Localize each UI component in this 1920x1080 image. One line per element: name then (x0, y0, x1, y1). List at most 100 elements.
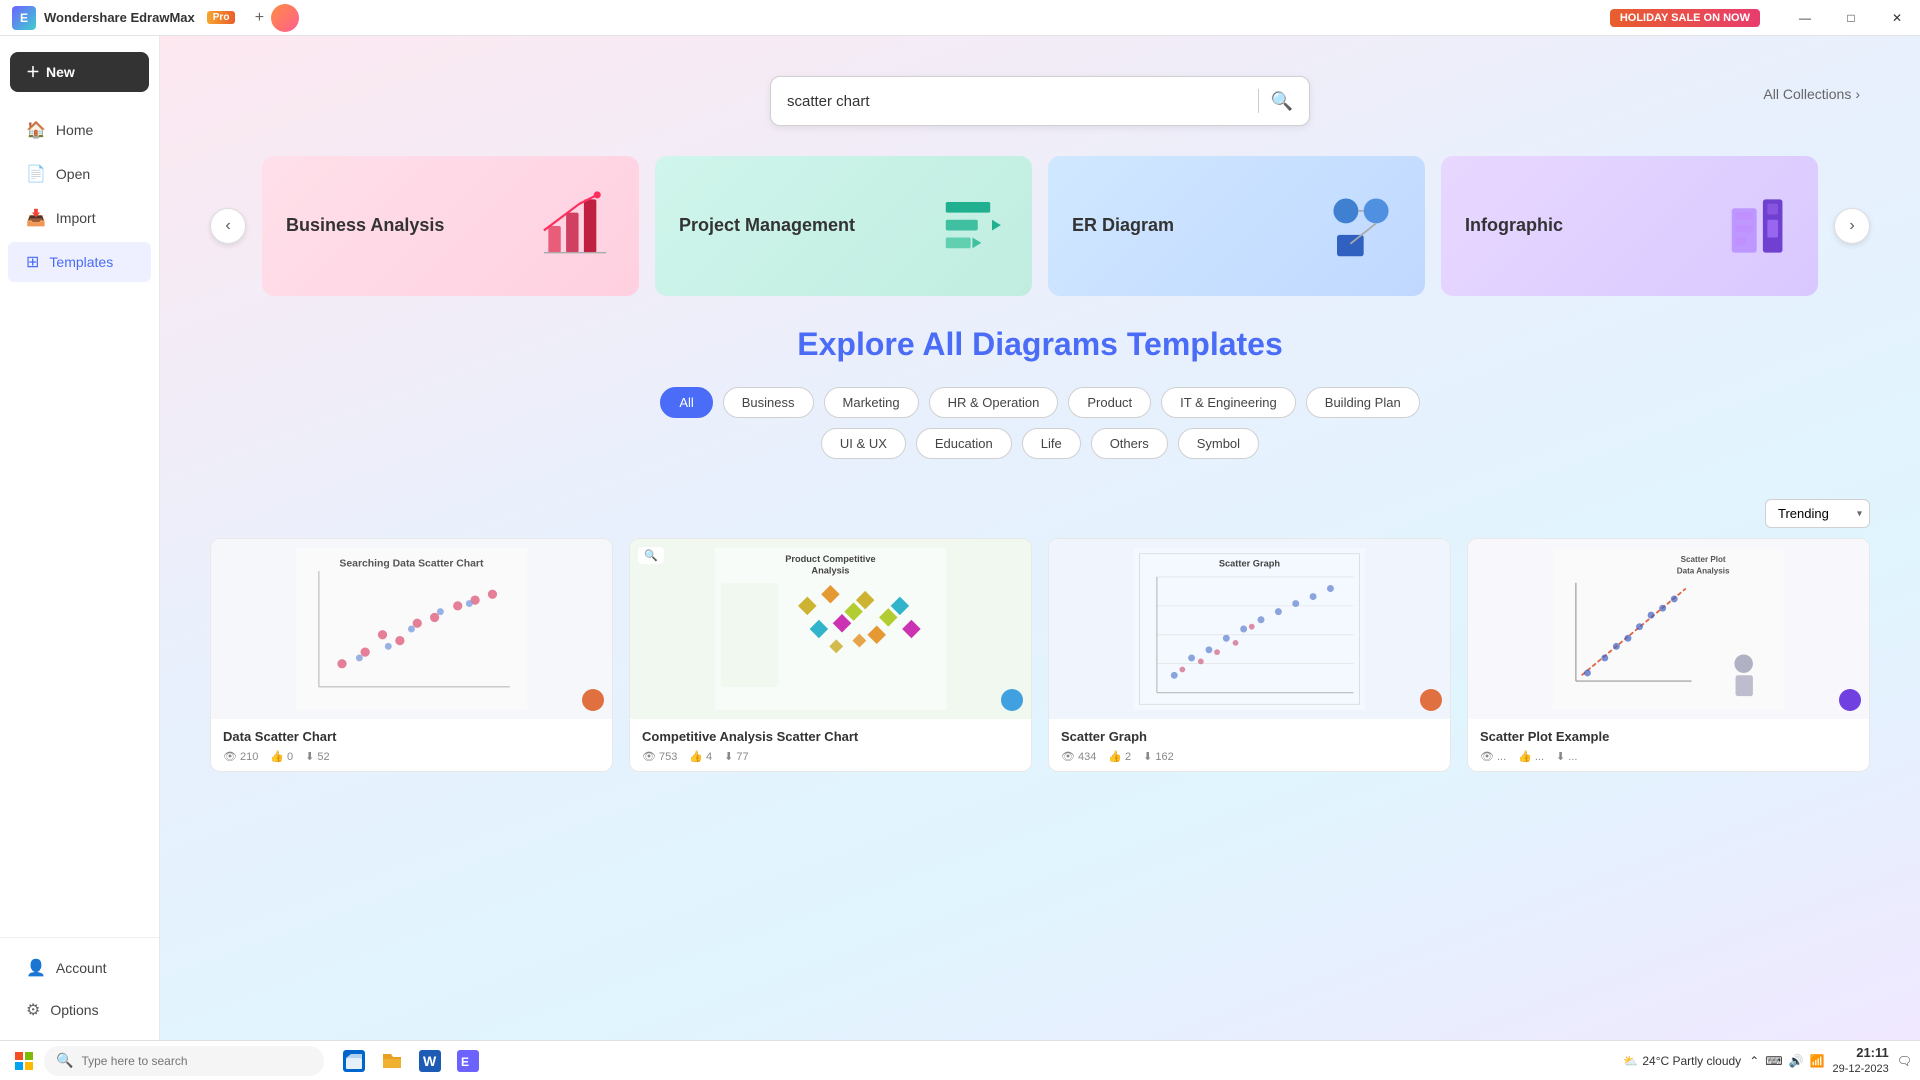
taskbar-clock: 21:11 (1832, 1045, 1888, 1062)
template-card-data-scatter-chart[interactable]: Searching Data Scatter Chart (210, 538, 613, 772)
sort-wrapper[interactable]: Trending Newest Most Used Popular ▾ (1765, 499, 1870, 528)
use-icon-4: ⬇ (1556, 750, 1565, 763)
app-logo: E Wondershare EdrawMax Pro (12, 6, 235, 30)
meta-views-4: 👁 ... (1480, 750, 1506, 763)
like-icon-1: 👍 (270, 750, 284, 763)
volume-icon[interactable]: 🔊 (1789, 1054, 1804, 1068)
close-button[interactable]: ✕ (1874, 0, 1920, 36)
filter-symbol[interactable]: Symbol (1178, 428, 1259, 459)
open-icon: 📄 (26, 164, 46, 184)
weather-info: ⛅ 24°C Partly cloudy (1623, 1054, 1741, 1068)
filter-row-1: All Business Marketing HR & Operation Pr… (210, 387, 1870, 418)
titlebar: E Wondershare EdrawMax Pro + HOLIDAY SAL… (0, 0, 1920, 36)
svg-text:Product Competitive: Product Competitive (785, 554, 875, 564)
card-icon-project-management (928, 186, 1008, 266)
sort-select[interactable]: Trending Newest Most Used Popular (1765, 499, 1870, 528)
template-card-competitive-analysis[interactable]: 🔍 Product Competitive Analysis (629, 538, 1032, 772)
sidebar-item-account[interactable]: 👤 Account (8, 948, 151, 988)
explore-title-static: Explore (797, 326, 914, 362)
new-tab-button[interactable]: + (247, 6, 271, 30)
svg-text:W: W (423, 1053, 437, 1069)
meta-views-1: 👁 210 (223, 750, 258, 763)
taskbar-app-edraw[interactable]: E (450, 1043, 486, 1079)
sidebar-item-home[interactable]: 🏠 Home (8, 110, 151, 150)
plus-icon: ＋ (26, 62, 40, 82)
maximize-button[interactable]: □ (1828, 0, 1874, 36)
chevron-right-icon: › (1855, 86, 1860, 102)
like-icon-2: 👍 (689, 750, 703, 763)
filter-life[interactable]: Life (1022, 428, 1081, 459)
like-icon-4: 👍 (1518, 750, 1532, 763)
sidebar-item-options[interactable]: ⚙ Options (8, 990, 151, 1030)
carousel-prev-button[interactable]: ‹ (210, 208, 246, 244)
filter-ui-ux[interactable]: UI & UX (821, 428, 906, 459)
user-avatar[interactable] (271, 4, 299, 32)
meta-likes-1: 👍 0 (270, 750, 293, 763)
main-content: 🔍 All Collections › ‹ Business Analysis (160, 36, 1920, 1040)
explore-title: Explore All Diagrams Templates (210, 326, 1870, 363)
taskbar-search-input[interactable] (81, 1054, 312, 1068)
carousel-next-button[interactable]: › (1834, 208, 1870, 244)
account-icon: 👤 (26, 958, 46, 978)
search-box[interactable]: 🔍 (770, 76, 1310, 126)
like-icon-3: 👍 (1108, 750, 1122, 763)
holiday-sale-badge: HOLIDAY SALE ON NOW (1610, 9, 1760, 27)
carousel-card-infographic[interactable]: Infographic (1441, 156, 1818, 296)
sidebar-item-import[interactable]: 📥 Import (8, 198, 151, 238)
template-thumb-1: Searching Data Scatter Chart (211, 539, 612, 719)
filter-marketing[interactable]: Marketing (824, 387, 919, 418)
template-card-scatter-graph[interactable]: Scatter Graph (1048, 538, 1451, 772)
weather-icon: ⛅ (1623, 1054, 1638, 1068)
sidebar: ＋ New 🏠 Home 📄 Open 📥 Import ⊞ Templates… (0, 36, 160, 1040)
filter-others[interactable]: Others (1091, 428, 1168, 459)
filter-hr-operation[interactable]: HR & Operation (929, 387, 1059, 418)
meta-uses-4: ⬇ ... (1556, 750, 1577, 763)
filter-business[interactable]: Business (723, 387, 814, 418)
filter-it-engineering[interactable]: IT & Engineering (1161, 387, 1296, 418)
taskbar-apps: W E (336, 1043, 486, 1079)
carousel-card-er-diagram[interactable]: ER Diagram (1048, 156, 1425, 296)
taskbar-time: 21:11 29-12-2023 (1832, 1045, 1888, 1076)
minimize-button[interactable]: — (1782, 0, 1828, 36)
filter-education[interactable]: Education (916, 428, 1012, 459)
meta-uses-1: ⬇ 52 (305, 750, 329, 763)
template-info-1: Data Scatter Chart 👁 210 👍 0 ⬇ 52 (211, 719, 612, 771)
template-info-3: Scatter Graph 👁 434 👍 2 ⬇ 162 (1049, 719, 1450, 771)
sidebar-item-open[interactable]: 📄 Open (8, 154, 151, 194)
all-collections-link[interactable]: All Collections › (1763, 86, 1860, 102)
template-card-scatter-plot-example[interactable]: Scatter Plot Data Analysis (1467, 538, 1870, 772)
use-icon-2: ⬇ (724, 750, 733, 763)
options-icon: ⚙ (26, 1000, 40, 1020)
use-icon-1: ⬇ (305, 750, 314, 763)
taskbar-app-explorer[interactable] (336, 1043, 372, 1079)
filter-building-plan[interactable]: Building Plan (1306, 387, 1420, 418)
filter-product[interactable]: Product (1068, 387, 1151, 418)
home-label: Home (56, 122, 93, 138)
sidebar-item-templates[interactable]: ⊞ Templates (8, 242, 151, 282)
network-icon[interactable]: 📶 (1810, 1054, 1825, 1068)
template-name-4: Scatter Plot Example (1480, 729, 1857, 744)
account-label: Account (56, 960, 107, 976)
card-icon-business-analysis (535, 186, 615, 266)
filter-all[interactable]: All (660, 387, 712, 418)
template-meta-1: 👁 210 👍 0 ⬇ 52 (223, 750, 600, 763)
start-button[interactable] (8, 1045, 40, 1077)
taskbar-search-box[interactable]: 🔍 (44, 1046, 324, 1076)
taskbar-date: 29-12-2023 (1832, 1062, 1888, 1076)
carousel-card-business-analysis[interactable]: Business Analysis (262, 156, 639, 296)
taskbar-app-files[interactable] (374, 1043, 410, 1079)
new-button[interactable]: ＋ New (10, 52, 149, 92)
eye-icon-4: 👁 (1480, 750, 1494, 763)
meta-likes-3: 👍 2 (1108, 750, 1131, 763)
template-grid: Searching Data Scatter Chart (160, 538, 1920, 792)
notification-icon[interactable]: 🗨 (1897, 1054, 1912, 1068)
svg-text:Searching Data Scatter Chart: Searching Data Scatter Chart (339, 559, 484, 570)
search-button[interactable]: 🔍 (1271, 91, 1293, 112)
chevron-up-icon[interactable]: ⌃ (1749, 1054, 1759, 1068)
taskbar-app-word[interactable]: W (412, 1043, 448, 1079)
sort-row: Trending Newest Most Used Popular ▾ (160, 489, 1920, 538)
search-input[interactable] (787, 93, 1246, 110)
taskbar-search-icon: 🔍 (56, 1052, 73, 1069)
carousel-card-project-management[interactable]: Project Management (655, 156, 1032, 296)
meta-likes-2: 👍 4 (689, 750, 712, 763)
